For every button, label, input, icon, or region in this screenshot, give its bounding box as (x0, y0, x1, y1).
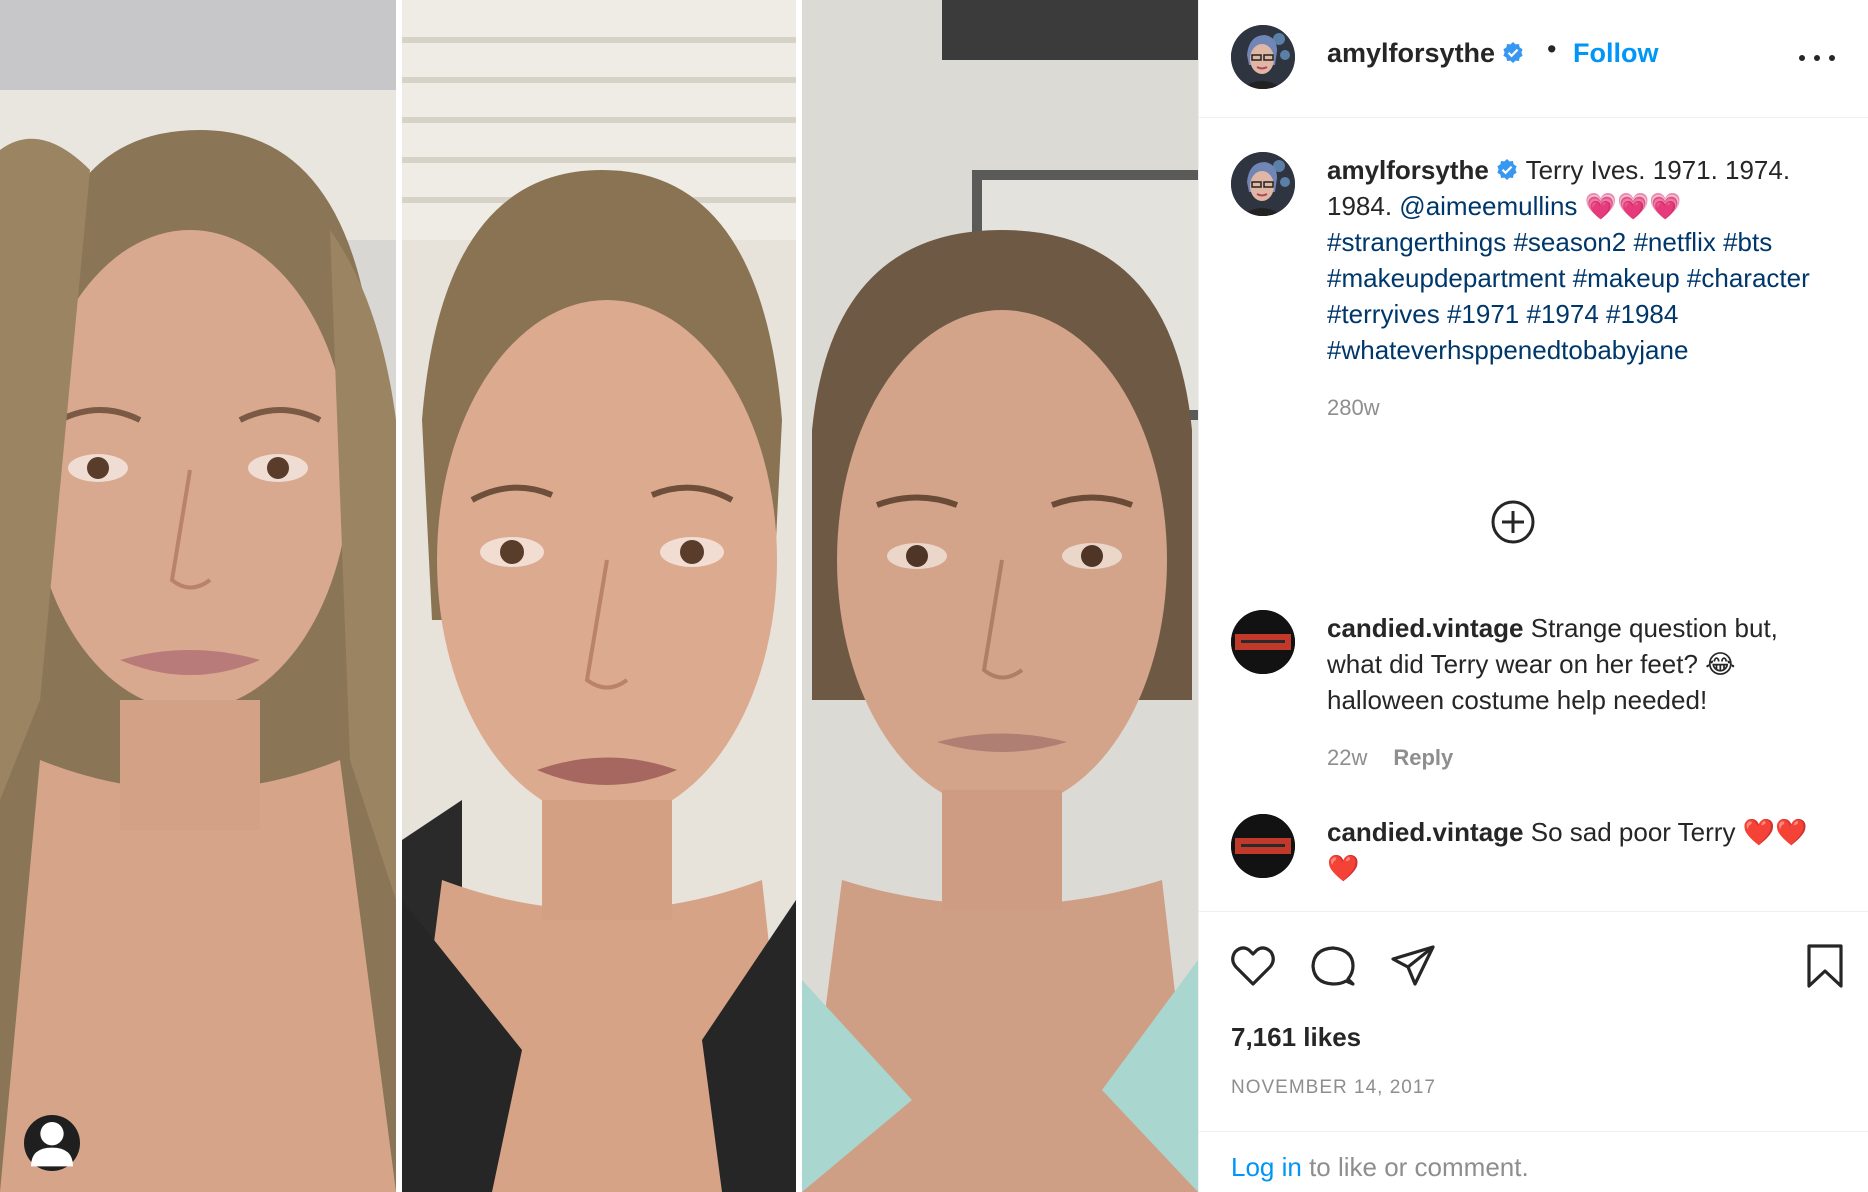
login-bar: Log in to like or comment. (1199, 1131, 1868, 1192)
post-date[interactable]: NOVEMBER 14, 2017 (1231, 1077, 1436, 1099)
hashtag-link[interactable]: #makeup (1573, 263, 1680, 293)
hashtag-link[interactable]: #season2 (1513, 227, 1626, 257)
caption-age[interactable]: 280w (1327, 395, 1380, 420)
verified-badge-icon (1503, 42, 1523, 63)
hashtag-link[interactable]: #terryives (1327, 299, 1440, 329)
comment-body: candied.vintage Strange question but, wh… (1327, 610, 1827, 776)
hashtag-link[interactable]: #character (1687, 263, 1810, 293)
more-dot (1799, 55, 1805, 61)
more-dot (1814, 55, 1820, 61)
portrait-1974-image (402, 0, 796, 1192)
comments-section[interactable]: amylforsythe Terry Ives. 1971. 1974. 198… (1199, 118, 1868, 911)
plus-circle-icon[interactable] (1489, 498, 1537, 546)
hashtag-link[interactable]: #1971 (1447, 299, 1519, 329)
login-prompt-text: to like or comment. (1301, 1152, 1529, 1182)
comment-username[interactable]: candied.vintage (1327, 613, 1524, 643)
more-options-icon[interactable] (1795, 40, 1839, 74)
hashtag-link[interactable]: #1974 (1526, 299, 1598, 329)
user-tag-icon[interactable] (24, 1115, 80, 1171)
hashtag-link[interactable]: #1984 (1606, 299, 1678, 329)
mention-link[interactable]: @aimeemullins (1399, 191, 1577, 221)
caption-author-avatar-image (1231, 152, 1295, 216)
caption-body: amylforsythe Terry Ives. 1971. 1974. 198… (1327, 152, 1827, 426)
heart-icon[interactable] (1227, 940, 1279, 992)
photo-panel-1984 (802, 0, 1198, 1192)
commenter-avatar[interactable] (1231, 814, 1295, 878)
post-sidebar: amylforsythe • Follow amylforsythe Terry… (1198, 0, 1868, 1192)
post-media-collage[interactable] (0, 0, 1198, 1192)
comment-username[interactable]: candied.vintage (1327, 817, 1524, 847)
verified-badge-icon (1497, 159, 1517, 180)
commenter-avatar-image (1231, 610, 1295, 674)
follow-button[interactable]: Follow (1573, 38, 1658, 69)
comment-body: candied.vintage So sad poor Terry ❤️❤️❤️ (1327, 814, 1827, 886)
hashtag-link[interactable]: #makeupdepartment (1327, 263, 1565, 293)
more-dot (1829, 55, 1835, 61)
bookmark-icon[interactable] (1799, 940, 1851, 992)
caption-text-segment (1565, 263, 1572, 293)
photo-panel-1971 (0, 0, 396, 1192)
caption-text-segment (1716, 227, 1723, 257)
hashtag-link[interactable]: #strangerthings (1327, 227, 1506, 257)
caption-meta: 280w (1327, 390, 1827, 426)
paper-plane-icon[interactable] (1387, 940, 1439, 992)
caption-text-segment (1599, 299, 1606, 329)
instagram-post: amylforsythe • Follow amylforsythe Terry… (0, 0, 1868, 1192)
caption-author-avatar[interactable] (1231, 152, 1295, 216)
caption-text-segment (1440, 299, 1447, 329)
caption-username[interactable]: amylforsythe (1327, 155, 1489, 185)
post-actions: 7,161 likes NOVEMBER 14, 2017 (1199, 911, 1868, 1131)
author-username[interactable]: amylforsythe (1327, 38, 1525, 69)
portrait-1971-image (0, 0, 396, 1192)
photo-panel-1974 (402, 0, 796, 1192)
comment-bubble-icon[interactable] (1307, 940, 1359, 992)
likes-count[interactable]: 7,161 likes (1231, 1022, 1361, 1053)
hashtag-link[interactable]: #whateverhsppenedtobabyjane (1327, 335, 1688, 365)
caption-text-segment (1680, 263, 1687, 293)
hashtag-link[interactable]: #bts (1723, 227, 1772, 257)
author-username-text[interactable]: amylforsythe (1327, 38, 1495, 68)
comment-meta: 22w Reply (1327, 740, 1827, 776)
author-avatar[interactable] (1231, 25, 1295, 89)
author-avatar-image (1231, 25, 1295, 89)
commenter-avatar[interactable] (1231, 610, 1295, 674)
login-link[interactable]: Log in (1231, 1152, 1302, 1182)
commenter-avatar-image (1231, 814, 1295, 878)
header-separator-dot: • (1547, 34, 1557, 64)
comment-age[interactable]: 22w (1327, 745, 1367, 770)
portrait-1984-image (802, 0, 1198, 1192)
caption-text: Terry Ives. 1971. 1974. 1984. @aimeemull… (1327, 155, 1810, 365)
hashtag-link[interactable]: #netflix (1633, 227, 1715, 257)
login-prompt: Log in to like or comment. (1231, 1152, 1529, 1183)
caption-text-segment: 💗💗💗 (1577, 191, 1682, 221)
post-header: amylforsythe • Follow (1199, 0, 1868, 118)
reply-button[interactable]: Reply (1393, 745, 1453, 770)
